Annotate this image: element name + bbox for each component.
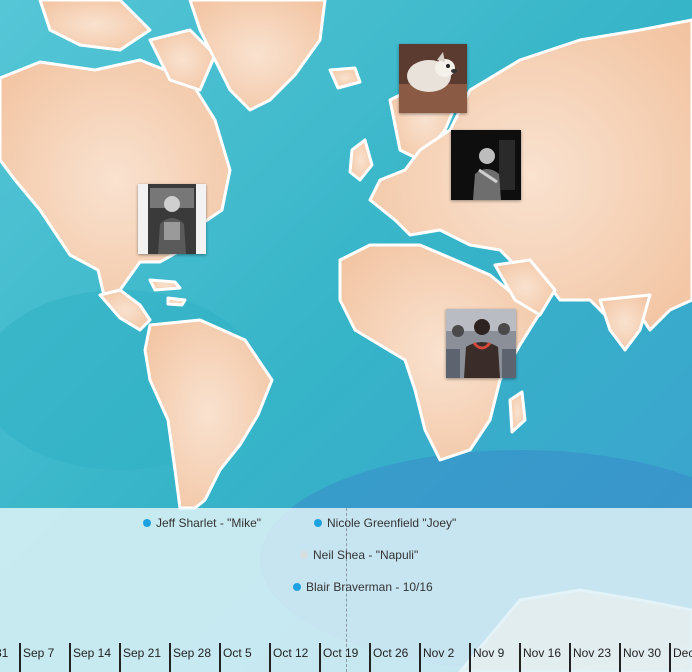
timeline-tick: Nov 23: [569, 643, 611, 672]
group-photo-icon: [446, 309, 516, 378]
event-label: Jeff Sharlet - "Mike": [156, 516, 261, 530]
timeline-tick: Oct 26: [369, 643, 408, 672]
marker-nicole-greenfield[interactable]: [399, 44, 467, 113]
timeline-tick: Sep 21: [119, 643, 161, 672]
land-caribbean: [166, 296, 187, 307]
timeline-event-nicole-greenfield[interactable]: Nicole Greenfield "Joey": [314, 516, 456, 530]
timeline-tick: Nov 9: [469, 643, 504, 672]
dog-photo-icon: [399, 44, 467, 113]
timeline-event-neil-shea[interactable]: Neil Shea - "Napuli": [300, 548, 418, 562]
event-label: Nicole Greenfield "Joey": [327, 516, 457, 530]
timeline-tick: Nov 16: [519, 643, 561, 672]
timeline-axis[interactable]: 31 Sep 7 Sep 14 Sep 21 Sep 28 Oct 5 Oct …: [0, 643, 692, 672]
timeline-tick: Nov 2: [419, 643, 454, 672]
timeline-tick: 31: [0, 643, 8, 672]
event-dot-icon: [143, 519, 151, 527]
marker-jeff-sharlet[interactable]: [138, 184, 206, 254]
timeline-tick: Sep 14: [69, 643, 111, 672]
timeline-tick: Oct 19: [319, 643, 358, 672]
event-label: Neil Shea - "Napuli": [313, 548, 419, 562]
timeline-tick: Dec: [669, 643, 692, 672]
person-photo-icon: [451, 130, 521, 200]
timeline-tick: Nov 30: [619, 643, 661, 672]
event-dot-icon: [314, 519, 322, 527]
marker-blair-braverman[interactable]: [446, 309, 516, 378]
land-caribbean: [148, 278, 182, 292]
timeline-tick: Sep 28: [169, 643, 211, 672]
event-dot-icon: [300, 551, 308, 559]
marker-neil-shea[interactable]: [451, 130, 521, 200]
event-label: Blair Braverman - 10/16: [306, 580, 433, 594]
timeline-tick: Oct 5: [219, 643, 252, 672]
timeline-event-blair-braverman[interactable]: Blair Braverman - 10/16: [293, 580, 433, 594]
timeline-tick: Sep 7: [19, 643, 54, 672]
timeline-event-jeff-sharlet[interactable]: Jeff Sharlet - "Mike": [143, 516, 261, 530]
portrait-photo-icon: [138, 184, 206, 254]
event-dot-icon: [293, 583, 301, 591]
timeline-tick: Oct 12: [269, 643, 308, 672]
